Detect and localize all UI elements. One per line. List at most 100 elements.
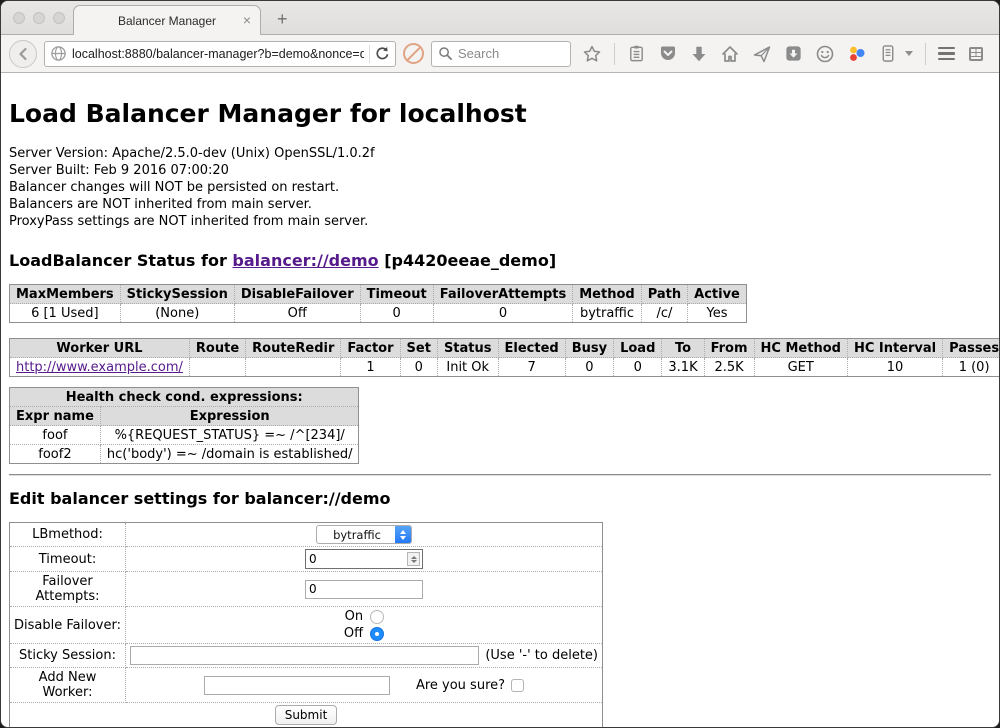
select-stepper-icon — [395, 525, 411, 544]
chevron-down-icon[interactable] — [905, 51, 913, 56]
bookmarks-sidebar-icon[interactable] — [627, 44, 646, 63]
col-failoverattempts: FailoverAttempts — [433, 285, 573, 304]
feedback-smiley-icon[interactable] — [815, 44, 835, 64]
container-extension-icon[interactable] — [879, 44, 897, 63]
table-header-row: Worker URL Route RouteRedir Factor Set S… — [10, 339, 1000, 358]
radio-on-label: On — [344, 609, 363, 624]
browser-tab[interactable]: Balancer Manager × — [73, 5, 261, 35]
back-arrow-icon — [15, 46, 31, 62]
table-header-row: Expr name Expression — [10, 407, 359, 426]
form-row-sticky: Sticky Session: (Use '-' to delete) — [10, 644, 603, 668]
downloads-icon[interactable] — [690, 45, 708, 63]
disable-failover-label: Disable Failover: — [10, 607, 126, 644]
lbmethod-select[interactable]: bytraffic — [316, 525, 412, 544]
col-expression: Expression — [100, 407, 359, 426]
table-row: foof2 hc('body') =~ /domain is establish… — [10, 445, 359, 464]
toolbar-icon-row — [582, 43, 985, 65]
col-method: Method — [573, 285, 641, 304]
section-divider — [9, 474, 991, 476]
are-you-sure-label: Are you sure? — [416, 678, 505, 693]
toolbar-separator — [614, 43, 615, 65]
status-heading: LoadBalancer Status for balancer://demo … — [9, 251, 991, 270]
page-title: Load Balancer Manager for localhost — [9, 99, 991, 128]
browser-window: Balancer Manager × + localhost:8880/bala… — [0, 0, 1000, 728]
grid-extension-icon[interactable] — [967, 45, 985, 63]
sticky-session-label: Sticky Session: — [10, 644, 126, 668]
are-you-sure-checkbox[interactable] — [511, 679, 524, 692]
url-bar[interactable]: localhost:8880/balancer-manager?b=demo&n… — [44, 41, 396, 67]
home-icon[interactable] — [720, 44, 740, 64]
status-heading-suffix: [p4420eeae_demo] — [379, 251, 557, 270]
server-info: Server Version: Apache/2.5.0-dev (Unix) … — [9, 145, 991, 230]
edit-settings-heading: Edit balancer settings for balancer://de… — [9, 489, 991, 508]
search-placeholder: Search — [458, 46, 499, 61]
table-row: http://www.example.com/ 1 0 Init Ok 7 0 … — [10, 358, 1000, 377]
content-blocked-icon[interactable] — [403, 43, 424, 64]
form-row-add-worker: Add New Worker: Are you sure? — [10, 668, 603, 703]
close-window-icon[interactable] — [13, 12, 25, 24]
navigation-toolbar: localhost:8880/balancer-manager?b=demo&n… — [1, 35, 999, 73]
table-row: foof %{REQUEST_STATUS} =~ /^[234]/ — [10, 426, 359, 445]
col-path: Path — [641, 285, 687, 304]
form-row-disable-failover: Disable Failover: On Off — [10, 607, 603, 644]
lbmethod-selected-value: bytraffic — [317, 528, 395, 542]
proxypass-note: ProxyPass settings are NOT inherited fro… — [9, 213, 991, 230]
balancer-settings-form: LBmethod: bytraffic Timeout: — [9, 522, 603, 727]
new-tab-button[interactable]: + — [277, 9, 288, 30]
failover-attempts-label: Failover Attempts: — [10, 572, 126, 607]
server-built: Server Built: Feb 9 2016 07:00:20 — [9, 162, 991, 179]
send-tab-icon[interactable] — [752, 44, 772, 64]
titlebar: Balancer Manager × + — [1, 1, 999, 35]
timeout-input[interactable] — [305, 549, 423, 569]
radio-on[interactable] — [370, 610, 384, 624]
globe-icon — [50, 45, 67, 62]
inherit-note: Balancers are NOT inherited from main se… — [9, 196, 991, 213]
search-bar[interactable]: Search — [431, 41, 571, 67]
persist-note: Balancer changes will NOT be persisted o… — [9, 179, 991, 196]
radio-off[interactable] — [370, 627, 384, 641]
col-active: Active — [688, 285, 747, 304]
menu-hamburger-icon[interactable] — [938, 47, 955, 61]
failover-attempts-input[interactable] — [305, 580, 423, 599]
timeout-field[interactable] — [306, 552, 407, 566]
pocket-icon[interactable] — [658, 44, 678, 64]
add-worker-label: Add New Worker: — [10, 668, 126, 703]
server-version: Server Version: Apache/2.5.0-dev (Unix) … — [9, 145, 991, 162]
col-expr-name: Expr name — [10, 407, 101, 426]
back-button[interactable] — [9, 40, 37, 68]
submit-button[interactable]: Submit — [275, 705, 338, 725]
table-row: 6 [1 Used] (None) Off 0 0 bytraffic /c/ … — [10, 304, 747, 323]
zoom-window-icon[interactable] — [53, 12, 65, 24]
urlbar-divider — [369, 45, 370, 63]
balancer-link[interactable]: balancer://demo — [232, 251, 378, 270]
bookmark-star-icon[interactable] — [582, 44, 602, 64]
minimize-window-icon[interactable] — [33, 12, 45, 24]
traffic-lights[interactable] — [13, 12, 65, 24]
form-row-timeout: Timeout: — [10, 547, 603, 572]
url-text[interactable]: localhost:8880/balancer-manager?b=demo&n… — [72, 47, 364, 61]
table-title-row: Health check cond. expressions: — [10, 388, 359, 407]
table-header-row: MaxMembers StickySession DisableFailover… — [10, 285, 747, 304]
toolbar-separator — [925, 43, 926, 65]
form-row-failover: Failover Attempts: — [10, 572, 603, 607]
form-row-submit: Submit — [10, 703, 603, 728]
search-icon — [438, 46, 453, 61]
colored-dots-extension-icon[interactable] — [847, 44, 867, 64]
health-check-table: Health check cond. expressions: Expr nam… — [9, 387, 359, 464]
save-page-icon[interactable] — [784, 44, 803, 63]
col-disablefailover: DisableFailover — [234, 285, 360, 304]
col-stickysession: StickySession — [120, 285, 234, 304]
col-timeout: Timeout — [360, 285, 433, 304]
col-maxmembers: MaxMembers — [10, 285, 121, 304]
reload-icon[interactable] — [375, 46, 390, 61]
number-spinner-icon[interactable] — [407, 552, 420, 566]
add-worker-input[interactable] — [204, 676, 390, 695]
worker-url-link[interactable]: http://www.example.com/ — [16, 360, 183, 375]
tab-close-icon[interactable]: × — [243, 12, 251, 28]
page-content: Load Balancer Manager for localhost Serv… — [1, 73, 999, 727]
sticky-session-input[interactable] — [130, 646, 479, 665]
form-row-lbmethod: LBmethod: bytraffic — [10, 523, 603, 547]
health-table-title: Health check cond. expressions: — [10, 388, 359, 407]
tab-title: Balancer Manager — [118, 14, 216, 28]
timeout-label: Timeout: — [10, 547, 126, 572]
